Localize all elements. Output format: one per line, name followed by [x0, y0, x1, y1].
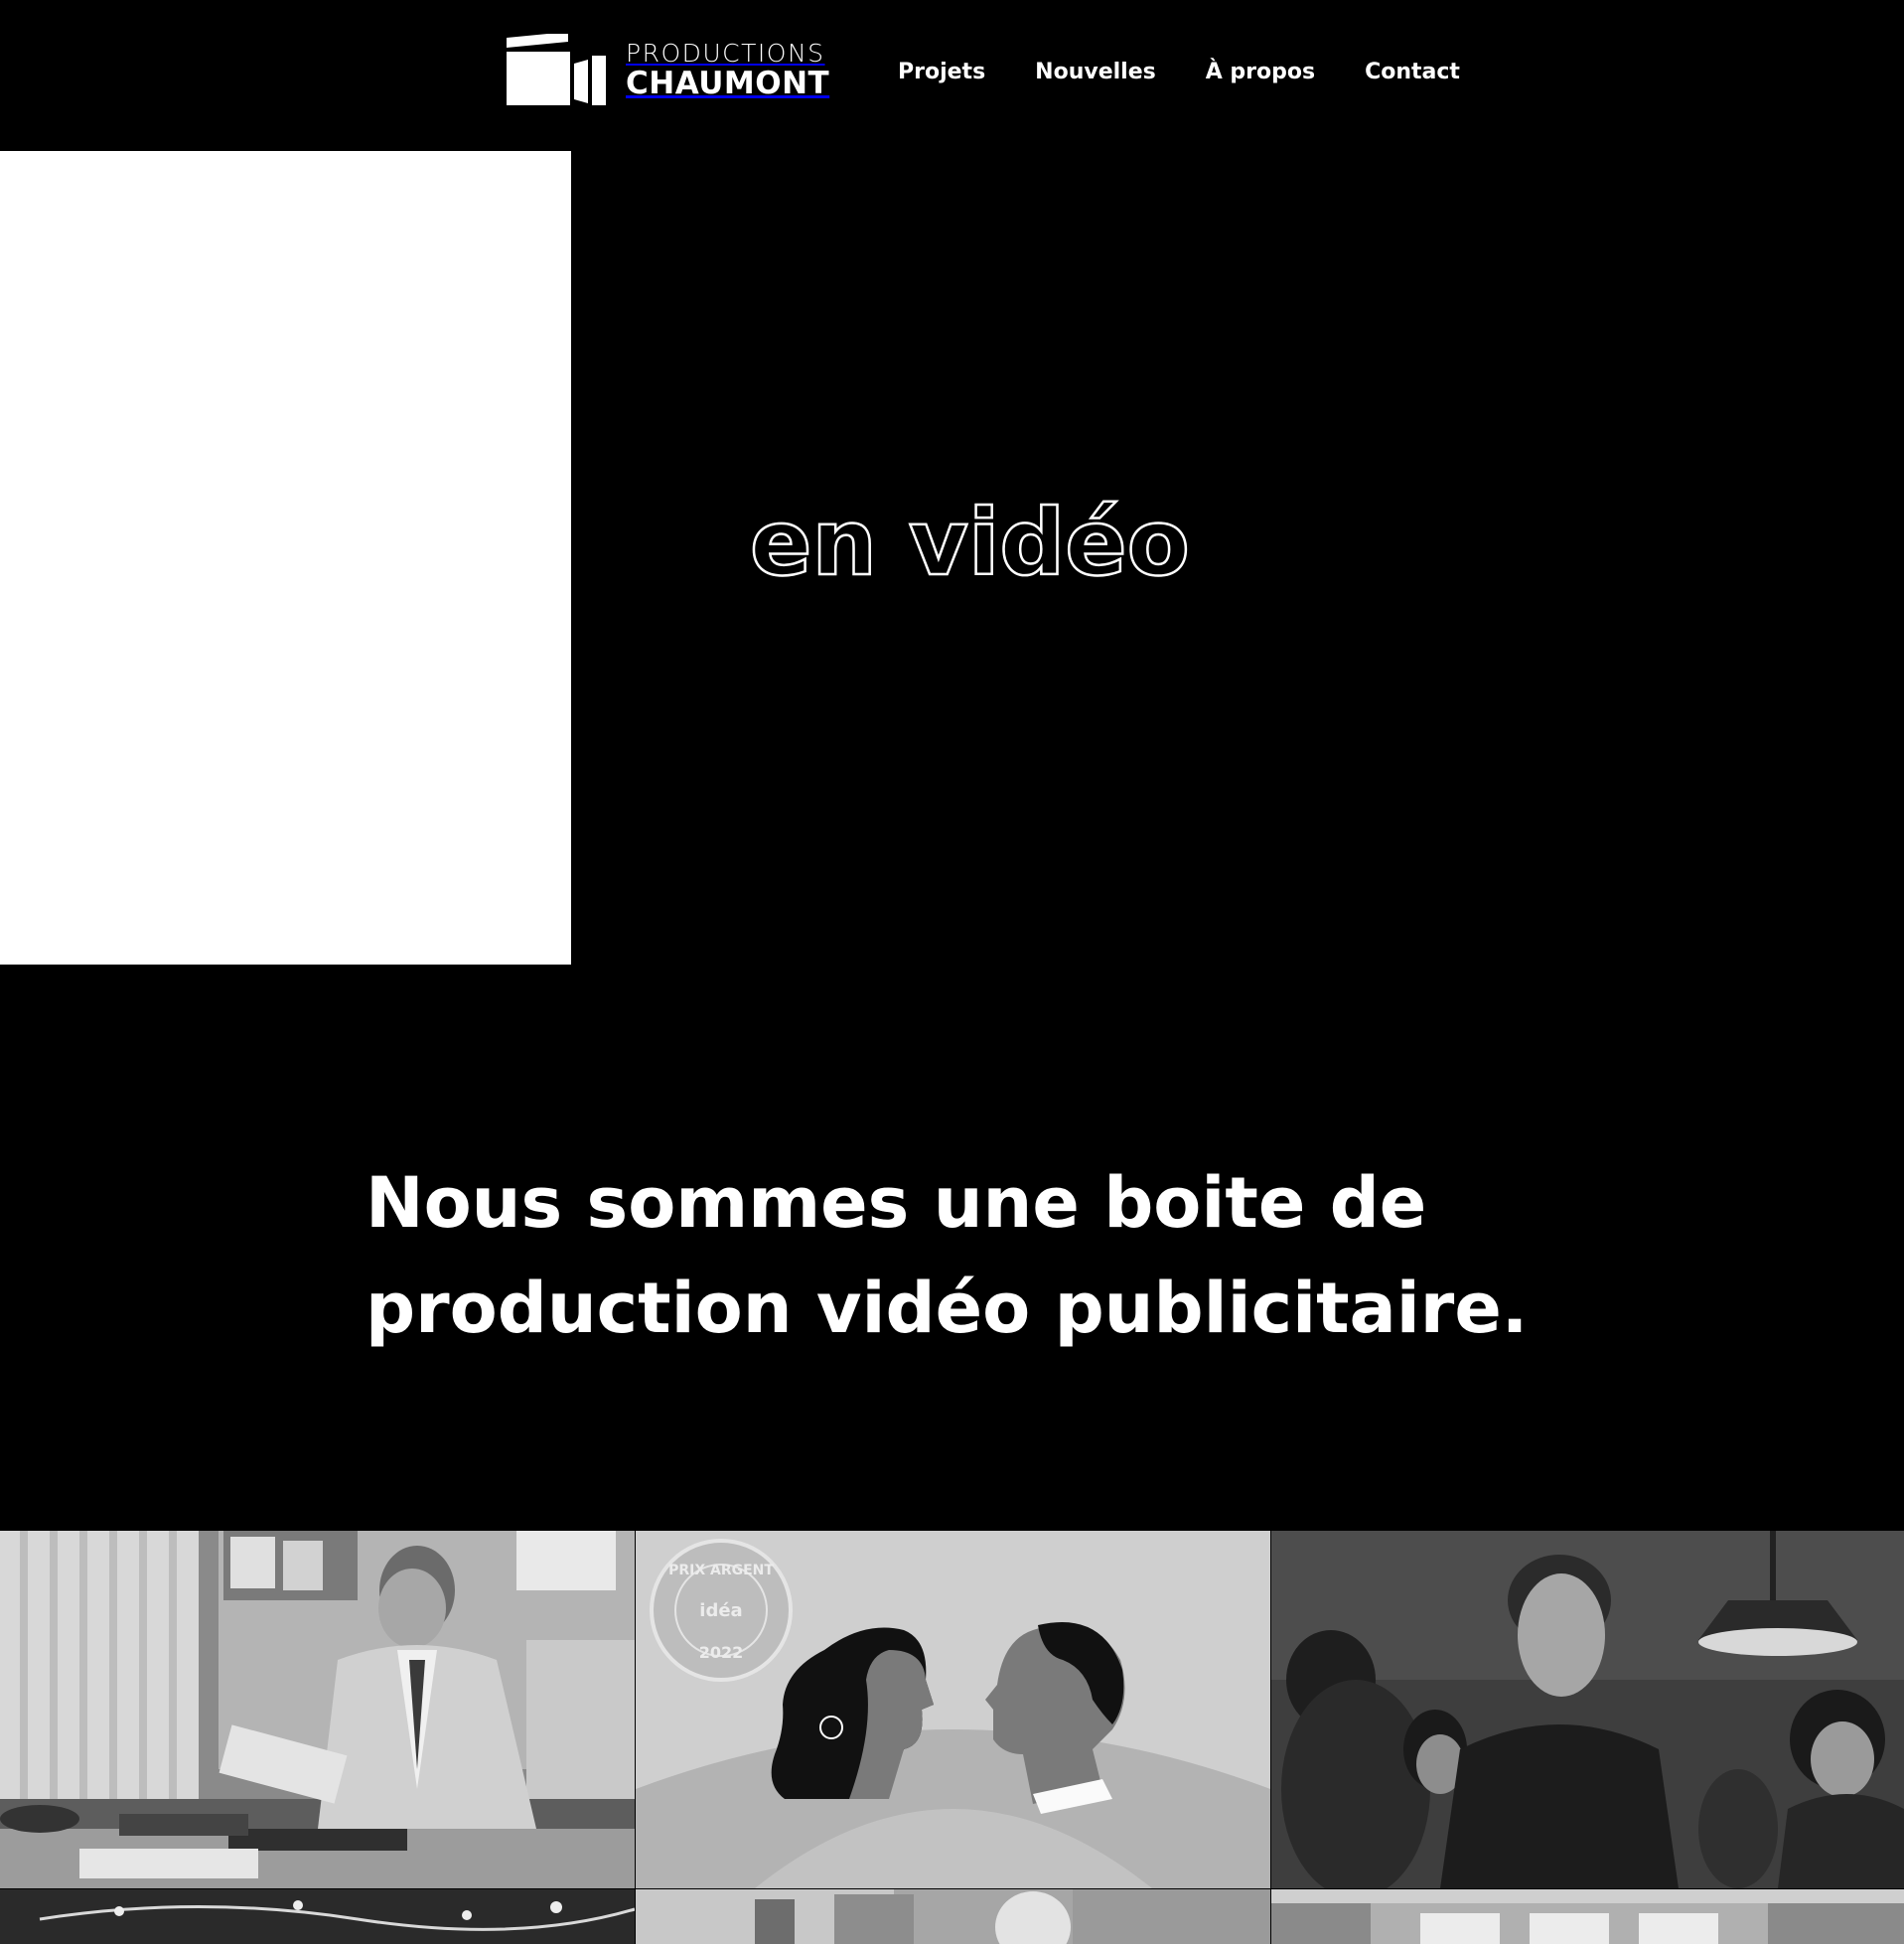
nav-contact[interactable]: Contact	[1365, 60, 1460, 84]
office-scene-image	[0, 1531, 635, 1888]
project-tile-night[interactable]	[0, 1889, 635, 1944]
clapperboard-logo-icon	[505, 32, 608, 105]
award-badge-icon: PRIX ARGENT idéa 2022	[650, 1539, 793, 1682]
hero-outline-text: en vidéo	[750, 490, 1190, 596]
projects-grid: PRIX ARGENT idéa 2022	[0, 1531, 1904, 1944]
group-scene-image	[1271, 1531, 1904, 1888]
site-logo[interactable]: PRODUCTIONS CHAUMONT	[505, 32, 837, 105]
building-scene-image	[1271, 1889, 1904, 1944]
main-nav: Projets Nouvelles À propos Contact	[898, 60, 1510, 84]
logo-wordmark: PRODUCTIONS CHAUMONT	[626, 41, 829, 99]
street-scene-image	[636, 1889, 1270, 1944]
intro-line-2: production vidéo publicitaire.	[366, 1268, 1529, 1349]
project-tile-animation[interactable]: PRIX ARGENT idéa 2022	[636, 1531, 1270, 1888]
animation-scene-image: PRIX ARGENT idéa 2022	[636, 1531, 1270, 1888]
intro-heading: Nous sommes une boite de production vidé…	[366, 1150, 1557, 1361]
project-tile-street[interactable]	[636, 1889, 1270, 1944]
hero-outline-heading: en vidéo	[749, 477, 1266, 598]
nav-nouvelles[interactable]: Nouvelles	[1035, 60, 1156, 84]
hero-white-panel	[0, 151, 571, 965]
award-badge-top: PRIX ARGENT	[668, 1563, 774, 1578]
site-header: PRODUCTIONS CHAUMONT Projets Nouvelles À…	[0, 0, 1904, 151]
logo-line-productions: PRODUCTIONS	[626, 38, 825, 68]
project-tile-building[interactable]	[1271, 1889, 1904, 1944]
award-badge-mid: idéa	[699, 1600, 742, 1621]
project-tile-group[interactable]	[1271, 1531, 1904, 1888]
award-badge-bottom: 2022	[699, 1643, 744, 1662]
night-scene-image	[0, 1889, 635, 1944]
nav-projets[interactable]: Projets	[898, 60, 985, 84]
project-tile-office[interactable]	[0, 1531, 635, 1888]
nav-a-propos[interactable]: À propos	[1206, 60, 1315, 84]
intro-line-1: Nous sommes une boite de	[366, 1162, 1427, 1244]
logo-line-chaumont: CHAUMONT	[626, 65, 830, 101]
